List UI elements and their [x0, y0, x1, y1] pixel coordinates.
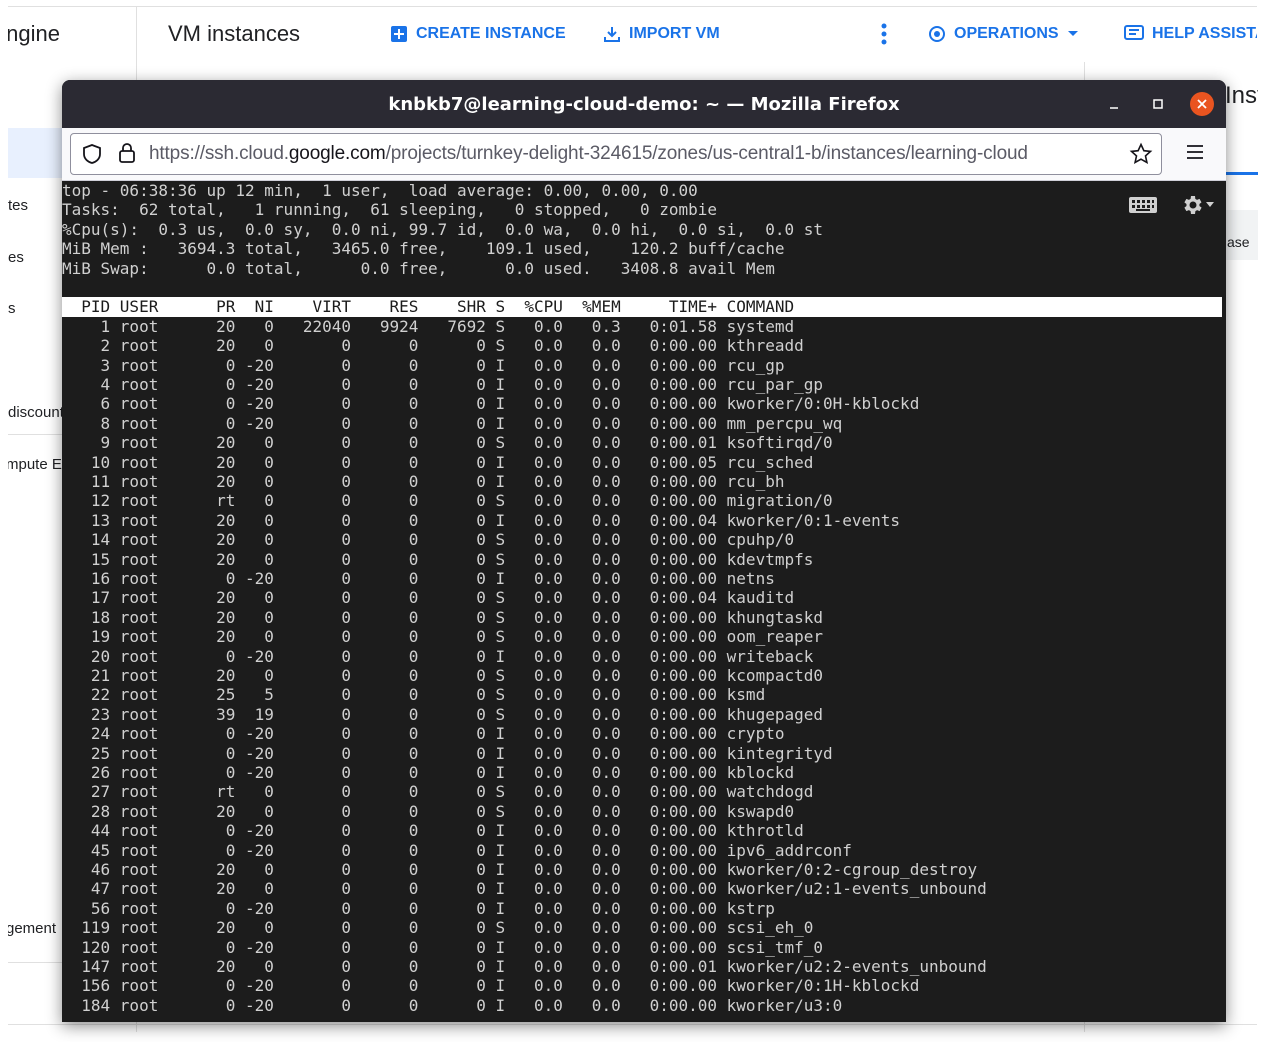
console-bottom-divider	[8, 1024, 1257, 1025]
process-row: 24 root 0 -20 0 0 0 I 0.0 0.0 0:00.00 cr…	[62, 724, 785, 744]
right-panel-row: ase	[1225, 210, 1258, 260]
process-row: 19 root 20 0 0 0 0 S 0.0 0.0 0:00.00 oom…	[62, 627, 823, 647]
maximize-button[interactable]	[1146, 92, 1170, 116]
import-vm-button[interactable]: IMPORT VM	[603, 25, 720, 43]
top-summary-line: MiB Mem : 3694.3 total, 3465.0 free, 109…	[62, 239, 785, 259]
right-panel-tab-indicator	[1225, 172, 1258, 175]
nav-item-s[interactable]: s	[8, 300, 16, 317]
close-icon	[1197, 99, 1207, 109]
process-row: 28 root 20 0 0 0 0 S 0.0 0.0 0:00.00 ksw…	[62, 801, 795, 821]
more-vert-icon	[881, 23, 887, 45]
console-header: Compute Engine VM instances CREATE INSTA…	[8, 6, 1257, 63]
process-row: 1 root 20 0 22040 9924 7692 S 0.0 0.3 0:…	[62, 316, 795, 336]
bookmark-star-icon[interactable]	[1125, 142, 1153, 166]
page-title: VM instances	[168, 21, 301, 46]
process-row: 10 root 20 0 0 0 0 I 0.0 0.0 0:00.05 rcu…	[62, 452, 814, 472]
process-row: 12 root rt 0 0 0 0 S 0.0 0.0 0:00.00 mig…	[62, 491, 833, 511]
operations-button[interactable]: OPERATIONS	[928, 25, 1079, 43]
help-assistant-label: HELP ASSISTANT	[1152, 25, 1257, 42]
download-icon	[604, 27, 620, 42]
process-row: 6 root 0 -20 0 0 0 I 0.0 0.0 0:00.00 kwo…	[62, 394, 920, 414]
nav-item-instances[interactable]: es	[8, 249, 24, 266]
add-box-icon	[391, 26, 407, 42]
process-row: 25 root 0 -20 0 0 0 I 0.0 0.0 0:00.00 ki…	[62, 743, 833, 763]
window-title: knbkb7@learning-cloud-demo: ~ — Mozilla …	[388, 94, 900, 115]
process-row: 156 root 0 -20 0 0 0 I 0.0 0.0 0:00.00 k…	[62, 976, 920, 996]
lock-icon[interactable]	[117, 142, 137, 164]
url-bar[interactable]: https://ssh.cloud.google.com/projects/tu…	[70, 133, 1162, 175]
url-path: /projects/turnkey-delight-324615/zones/u…	[385, 143, 1028, 164]
window-titlebar[interactable]: knbkb7@learning-cloud-demo: ~ — Mozilla …	[62, 80, 1226, 128]
top-summary-line: %Cpu(s): 0.3 us, 0.0 sy, 0.0 ni, 99.7 id…	[62, 219, 823, 239]
process-row: 26 root 0 -20 0 0 0 I 0.0 0.0 0:00.00 kb…	[62, 763, 795, 782]
top-summary-line: top - 06:38:36 up 12 min, 1 user, load a…	[62, 181, 698, 200]
process-row: 184 root 0 -20 0 0 0 I 0.0 0.0 0:00.00 k…	[62, 995, 843, 1015]
keyboard-icon[interactable]	[1128, 196, 1158, 214]
process-row: 56 root 0 -20 0 0 0 I 0.0 0.0 0:00.00 ks…	[62, 898, 775, 918]
top-summary-line: Tasks: 62 total, 1 running, 61 sleeping,…	[62, 200, 718, 220]
process-row: 45 root 0 -20 0 0 0 I 0.0 0.0 0:00.00 ip…	[62, 840, 852, 860]
process-row: 47 root 20 0 0 0 0 I 0.0 0.0 0:00.00 kwo…	[62, 879, 987, 899]
process-row: 27 root rt 0 0 0 0 S 0.0 0.0 0:00.00 wat…	[62, 782, 814, 802]
process-row: 15 root 20 0 0 0 0 S 0.0 0.0 0:00.00 kde…	[62, 549, 814, 569]
operations-icon	[929, 26, 945, 42]
process-row: 20 root 0 -20 0 0 0 I 0.0 0.0 0:00.00 wr…	[62, 646, 814, 666]
process-row: 9 root 20 0 0 0 0 S 0.0 0.0 0:00.01 ksof…	[62, 433, 833, 453]
url-prefix: https://ssh.cloud.	[149, 143, 289, 164]
caret-down-icon	[1206, 202, 1214, 207]
terminal-tools	[1128, 193, 1214, 217]
minimize-button[interactable]	[1102, 92, 1126, 116]
top-summary-line: MiB Swap: 0.0 total, 0.0 free, 0.0 used.…	[62, 258, 775, 278]
create-instance-button[interactable]: CREATE INSTANCE	[390, 25, 566, 43]
process-row: 22 root 25 5 0 0 0 S 0.0 0.0 0:00.00 ksm…	[62, 685, 766, 705]
process-row: 120 root 0 -20 0 0 0 I 0.0 0.0 0:00.00 s…	[62, 937, 823, 957]
more-actions-button[interactable]	[880, 22, 888, 51]
firefox-window: knbkb7@learning-cloud-demo: ~ — Mozilla …	[62, 80, 1226, 1022]
tracking-protection-icon[interactable]	[81, 143, 103, 165]
help-assistant-button[interactable]: HELP ASSISTANT	[1124, 25, 1257, 43]
ssh-terminal[interactable]: top - 06:38:36 up 12 min, 1 user, load a…	[62, 181, 1226, 1022]
process-row: 11 root 20 0 0 0 0 I 0.0 0.0 0:00.00 rcu…	[62, 472, 785, 491]
import-vm-label: IMPORT VM	[629, 25, 720, 42]
process-table-header: PID USER PR NI VIRT RES SHR S %CPU %MEM …	[62, 297, 1222, 317]
settings-button[interactable]	[1180, 193, 1214, 217]
process-row: 3 root 0 -20 0 0 0 I 0.0 0.0 0:00.00 rcu…	[62, 355, 785, 375]
menu-icon[interactable]	[1186, 144, 1204, 160]
product-name: Compute Engine	[8, 21, 60, 46]
process-row: 44 root 0 -20 0 0 0 I 0.0 0.0 0:00.00 kt…	[62, 821, 804, 841]
help-assistant-icon	[1124, 25, 1144, 40]
process-row: 2 root 20 0 0 0 0 S 0.0 0.0 0:00.00 kthr…	[62, 336, 804, 356]
process-row: 46 root 20 0 0 0 0 I 0.0 0.0 0:00.00 kwo…	[62, 860, 978, 879]
right-panel-title: Inst	[1225, 82, 1258, 109]
operations-label: OPERATIONS	[954, 25, 1059, 42]
process-row: 21 root 20 0 0 0 0 S 0.0 0.0 0:00.00 kco…	[62, 666, 823, 685]
gear-icon	[1184, 196, 1202, 214]
process-row: 16 root 0 -20 0 0 0 I 0.0 0.0 0:00.00 ne…	[62, 569, 775, 588]
process-row: 4 root 0 -20 0 0 0 I 0.0 0.0 0:00.00 rcu…	[62, 375, 823, 394]
caret-down-icon	[1067, 31, 1078, 36]
product-name-area[interactable]: Compute Engine	[8, 7, 137, 63]
process-row: 13 root 20 0 0 0 0 I 0.0 0.0 0:00.04 kwo…	[62, 510, 901, 530]
nav-item-management[interactable]: gement	[8, 920, 56, 937]
create-instance-label: CREATE INSTANCE	[416, 25, 566, 42]
process-row: 147 root 20 0 0 0 0 I 0.0 0.0 0:00.01 kw…	[62, 957, 987, 976]
process-row: 18 root 20 0 0 0 0 S 0.0 0.0 0:00.00 khu…	[62, 607, 823, 627]
navigation-toolbar: https://ssh.cloud.google.com/projects/tu…	[62, 128, 1226, 181]
process-row: 14 root 20 0 0 0 0 S 0.0 0.0 0:00.00 cpu…	[62, 530, 795, 550]
maximize-icon	[1153, 99, 1163, 109]
process-row: 17 root 20 0 0 0 0 S 0.0 0.0 0:00.04 kau…	[62, 588, 795, 608]
nav-item-instance-templates[interactable]: tes	[8, 197, 28, 214]
process-row: 23 root 39 19 0 0 0 S 0.0 0.0 0:00.00 kh…	[62, 704, 823, 724]
process-row: 8 root 0 -20 0 0 0 I 0.0 0.0 0:00.00 mm_…	[62, 413, 843, 433]
process-row: 119 root 20 0 0 0 0 S 0.0 0.0 0:00.00 sc…	[62, 918, 814, 938]
url-domain: google.com	[288, 143, 386, 164]
close-button[interactable]	[1190, 92, 1214, 116]
right-panel-fragment: ase	[1227, 234, 1250, 250]
url-text: https://ssh.cloud.google.com/projects/tu…	[149, 143, 1028, 165]
minimize-icon	[1110, 107, 1118, 109]
